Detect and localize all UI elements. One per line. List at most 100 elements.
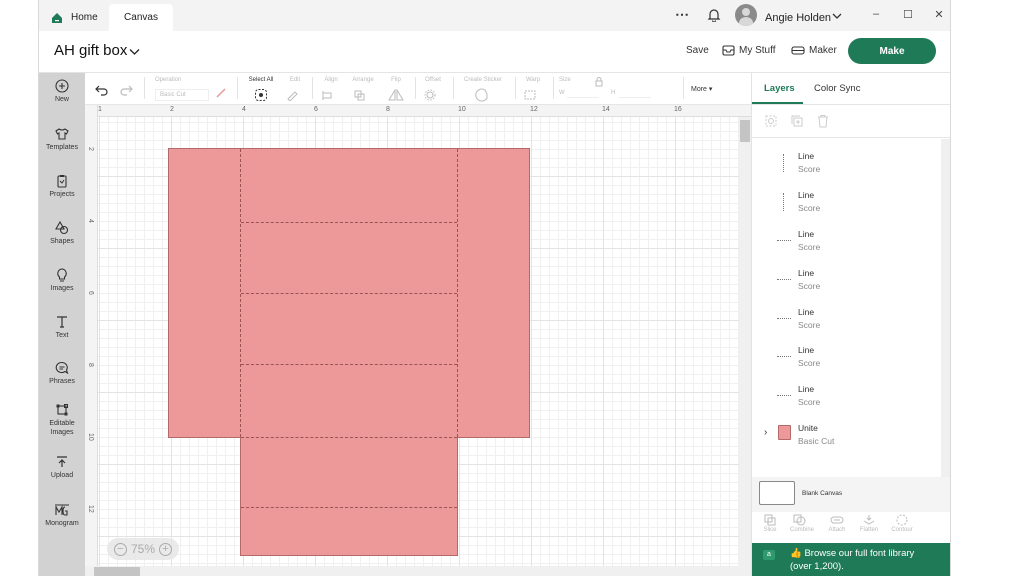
operation-dropdown[interactable]: Operation Basic Cut [155,77,215,101]
align-button[interactable]: Align [320,77,342,103]
redo-icon[interactable] [119,84,133,96]
score-line[interactable] [241,293,457,294]
score-line[interactable] [457,149,458,437]
score-line[interactable] [241,507,457,508]
create-sticker-button[interactable]: Create Sticker [459,77,507,104]
zoom-out-button[interactable]: − [113,542,127,556]
project-header: AH gift box Save My Stuff Maker Make [39,31,950,73]
avatar[interactable] [735,4,757,26]
tab-layers[interactable]: Layers [764,83,795,94]
contour-label: Contour [891,527,913,533]
make-button[interactable]: Make [848,38,936,64]
layer-bottom-tools: Slice Combine Attach Flatten Contour [752,512,950,542]
box-shape-bottom[interactable] [240,436,458,556]
user-name[interactable]: Angie Holden [765,12,831,24]
sidebar-item-images[interactable]: Images [39,268,85,293]
chevron-down-icon[interactable] [129,48,140,56]
project-title[interactable]: AH gift box [54,42,127,59]
minimize-button[interactable]: – [869,8,883,20]
text-icon [57,316,67,328]
layer-item[interactable]: Line Score [752,301,941,339]
blank-canvas-item[interactable]: Blank Canvas [752,477,950,512]
sidebar-item-projects[interactable]: Projects [39,174,85,199]
offset-label: Offset [425,77,441,83]
chevron-down-icon[interactable] [832,12,842,20]
more-options-icon[interactable]: ⋯ [675,6,690,23]
more-button[interactable]: More ▾ [691,85,712,93]
sidebar-item-upload[interactable]: Upload [39,455,85,480]
sidebar-label: New [54,96,69,103]
ruler-tick: 8 [386,106,390,113]
ruler-tick: 10 [87,433,94,441]
attach-button[interactable]: Attach [822,514,852,533]
layer-item[interactable]: Line Score [752,145,941,183]
layer-item[interactable]: Line Score [752,339,941,377]
canvas-horizontal-scrollbar[interactable] [85,566,751,576]
tab-color-sync[interactable]: Color Sync [814,83,860,94]
layer-type: Score [798,203,821,213]
sidebar-label: Editable [49,420,75,427]
tab-canvas[interactable]: Canvas [109,4,173,31]
combine-label: Combine [789,527,814,533]
lock-icon[interactable] [595,77,603,87]
my-stuff-button[interactable]: My Stuff [722,45,776,56]
sidebar-item-text[interactable]: Text [39,315,85,340]
pen-color-icon[interactable] [215,87,227,99]
height-label: H [611,90,616,96]
trash-icon[interactable] [816,114,830,128]
horizontal-line-icon [777,240,791,241]
score-line[interactable] [241,364,457,365]
sidebar-item-phrases[interactable]: Phrases [39,361,85,386]
flip-icon [388,88,404,101]
zoom-in-button[interactable]: + [159,542,173,556]
layer-group-unite[interactable]: › Unite Basic Cut [752,417,941,455]
layer-color-swatch[interactable] [778,425,791,440]
sidebar-item-monogram[interactable]: Monogram [39,503,85,528]
save-label: Save [686,45,709,56]
canvas-vertical-scrollbar[interactable] [739,117,751,566]
layer-item[interactable]: Line Score [752,223,941,261]
contour-button[interactable]: Contour [887,514,917,533]
close-button[interactable]: ✕ [932,8,946,21]
blank-canvas-swatch[interactable] [759,481,795,505]
maximize-button[interactable]: ☐ [901,8,915,21]
slice-button[interactable]: Slice [755,514,785,533]
select-all-button[interactable]: Select All [243,77,279,104]
sidebar-label: Images [50,429,74,436]
layer-name: Line [798,384,815,394]
layers-scrollbar[interactable] [941,139,950,477]
arrange-button[interactable]: Arrange [349,77,377,103]
height-input[interactable] [619,88,651,98]
font-library-banner[interactable]: a 👍 Browse our full font library (over 1… [752,543,950,576]
flatten-button[interactable]: Flatten [854,514,884,533]
layer-type: Score [798,164,821,174]
vertical-line-icon [783,154,784,172]
layer-item[interactable]: Line Score [752,184,941,222]
flip-button[interactable]: Flip [385,77,407,103]
width-input[interactable] [567,88,599,98]
offset-button[interactable]: Offset [421,77,445,103]
edit-button[interactable]: Edit [283,77,307,103]
align-icon [322,91,332,100]
undo-icon[interactable] [95,84,109,96]
duplicate-icon[interactable] [790,114,804,128]
score-line[interactable] [241,222,457,223]
bell-icon[interactable] [707,8,721,22]
score-line[interactable] [241,437,457,438]
edit-label: Edit [289,77,301,83]
layer-item[interactable]: Line Score [752,262,941,300]
layer-type: Basic Cut [798,436,835,446]
chevron-right-icon[interactable]: › [764,427,767,438]
monogram-icon [55,504,69,516]
layer-item[interactable]: Line Score [752,378,941,416]
tab-home[interactable]: Home [47,4,98,31]
sidebar-item-shapes[interactable]: Shapes [39,221,85,246]
group-icon[interactable] [764,114,778,128]
combine-button[interactable]: Combine [787,514,817,533]
maker-button[interactable]: Maker [791,45,837,56]
save-button[interactable]: Save [686,45,709,56]
sidebar-item-editable-images[interactable]: Editable Images [39,403,85,437]
warp-button[interactable]: Warp [521,77,545,103]
sidebar-item-new[interactable]: New [39,79,85,104]
sidebar-item-templates[interactable]: Templates [39,127,85,152]
